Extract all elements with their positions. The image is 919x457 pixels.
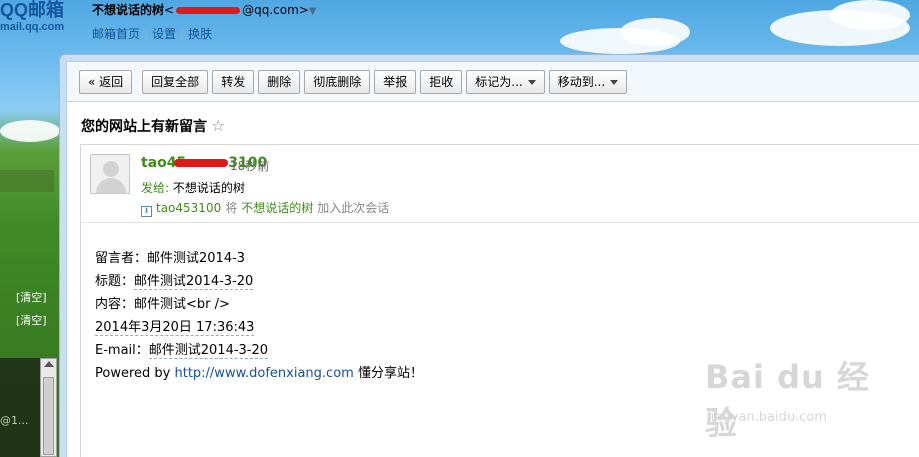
mark-as-label: 标记为... xyxy=(475,75,523,89)
baidu-watermark: Bai du 经验 jingyan.baidu.com xyxy=(705,352,875,442)
delete-button[interactable]: 删除 xyxy=(258,70,301,94)
sender-info: tao45 3100 18秒前 发给: 不想说话的树 i tao453100 将不想说… xyxy=(81,145,919,223)
body-line-powered: Powered by http://www.dofenxiang.com 懂分享… xyxy=(95,366,423,381)
watermark-main: Bai du 经验 xyxy=(705,358,870,442)
scroll-up-icon[interactable] xyxy=(44,361,54,367)
body-line-content: 内容：邮件测试<br /> xyxy=(95,297,230,312)
body-line-title: 标题：邮件测试2014-3-20 xyxy=(95,274,254,290)
delete-forever-button[interactable]: 彻底删除 xyxy=(304,70,371,94)
back-button[interactable]: « 返回 xyxy=(79,70,133,94)
body-email-value: 邮件测试2014-3-20 xyxy=(148,343,269,359)
redaction-mark xyxy=(174,159,229,167)
info-end: 加入此次会话 xyxy=(317,201,390,215)
sidebar-scrollbar[interactable] xyxy=(40,358,57,457)
report-button[interactable]: 举报 xyxy=(374,70,417,94)
body-line-date: 2014年3月20日 17:36:43 xyxy=(95,320,255,336)
sidebar-list-text: @1... xyxy=(0,414,29,427)
watermark-sub: jingyan.baidu.com xyxy=(707,410,827,425)
chevron-down-icon xyxy=(527,80,536,85)
account-links: 邮箱首页 | 设置 | 换肤 xyxy=(92,25,317,42)
info-icon: i xyxy=(141,206,152,217)
cloud-decoration xyxy=(830,0,910,30)
logo-text: QQ邮箱 xyxy=(0,0,65,20)
account-header: 不想说话的树< @qq.com>▼ 邮箱首页 | 设置 | 换肤 xyxy=(92,2,317,42)
link-separator: | xyxy=(180,27,185,41)
sidebar-highlight xyxy=(0,170,54,192)
clear-link[interactable]: [清空] xyxy=(16,289,47,305)
body-line-author: 留言者：邮件测试2014-3 xyxy=(95,251,246,266)
account-name-line[interactable]: 不想说话的树< @qq.com>▼ xyxy=(92,2,317,20)
star-icon[interactable]: ☆ xyxy=(211,116,225,135)
account-email-open: < xyxy=(164,3,175,17)
account-email-suffix: @qq.com> xyxy=(242,3,309,17)
subject-row: 您的网站上有新留言 ☆ xyxy=(81,116,225,136)
avatar[interactable] xyxy=(90,154,130,194)
move-to-dropdown[interactable]: 移动到... xyxy=(548,70,628,94)
link-separator: | xyxy=(144,27,149,41)
scrollbar-thumb[interactable] xyxy=(43,377,54,455)
mark-as-dropdown[interactable]: 标记为... xyxy=(466,70,545,94)
message-body: 留言者：邮件测试2014-3 标题：邮件测试2014-3-20 内容：邮件测试<… xyxy=(95,247,423,385)
sidebar-list: @1... xyxy=(0,358,40,457)
avatar-head-icon xyxy=(103,161,119,177)
forward-button[interactable]: 转发 xyxy=(212,70,255,94)
chevron-down-icon xyxy=(610,80,619,85)
account-nickname: 不想说话的树 xyxy=(92,3,165,17)
cloud-decoration xyxy=(0,120,60,142)
brand-logo[interactable]: QQ邮箱 mail.qq.com xyxy=(0,0,74,34)
reply-all-button[interactable]: 回复全部 xyxy=(142,70,209,94)
redaction-mark xyxy=(176,7,241,14)
cloud-decoration xyxy=(620,18,690,46)
avatar-body-icon xyxy=(96,178,126,193)
link-change-skin[interactable]: 换肤 xyxy=(188,27,212,41)
logo-subtitle: mail.qq.com xyxy=(0,21,65,33)
recipient-label: 发给: xyxy=(141,181,170,195)
move-to-label: 移动到... xyxy=(557,75,606,89)
recipient-name[interactable]: 不想说话的树 xyxy=(173,181,245,195)
body-title-value: 邮件测试2014-3-20 xyxy=(134,274,254,290)
chevron-down-icon[interactable]: ▼ xyxy=(309,6,317,17)
powered-by-link[interactable]: http://www.dofenxiang.com xyxy=(174,366,353,381)
mail-toolbar: « 返回 回复全部 转发 删除 彻底删除 举报 拒收 标记为... 移动到... xyxy=(67,62,919,102)
info-recipient[interactable]: 不想说话的树 xyxy=(241,201,313,215)
reject-button[interactable]: 拒收 xyxy=(420,70,463,94)
info-sender[interactable]: tao453100 xyxy=(156,201,221,215)
sent-time: 18秒前 xyxy=(230,159,270,173)
body-line-email: E-mail：邮件测试2014-3-20 xyxy=(95,343,269,359)
conversation-info: i tao453100 将不想说话的树 加入此次会话 xyxy=(141,199,393,217)
clear-link[interactable]: [清空] xyxy=(16,312,47,328)
mail-subject: 您的网站上有新留言 xyxy=(81,119,207,135)
link-mail-home[interactable]: 邮箱首页 xyxy=(92,27,140,41)
recipient-line: 发给: 不想说话的树 xyxy=(141,179,245,196)
info-mid: 将 xyxy=(225,201,238,215)
link-settings[interactable]: 设置 xyxy=(152,27,176,41)
